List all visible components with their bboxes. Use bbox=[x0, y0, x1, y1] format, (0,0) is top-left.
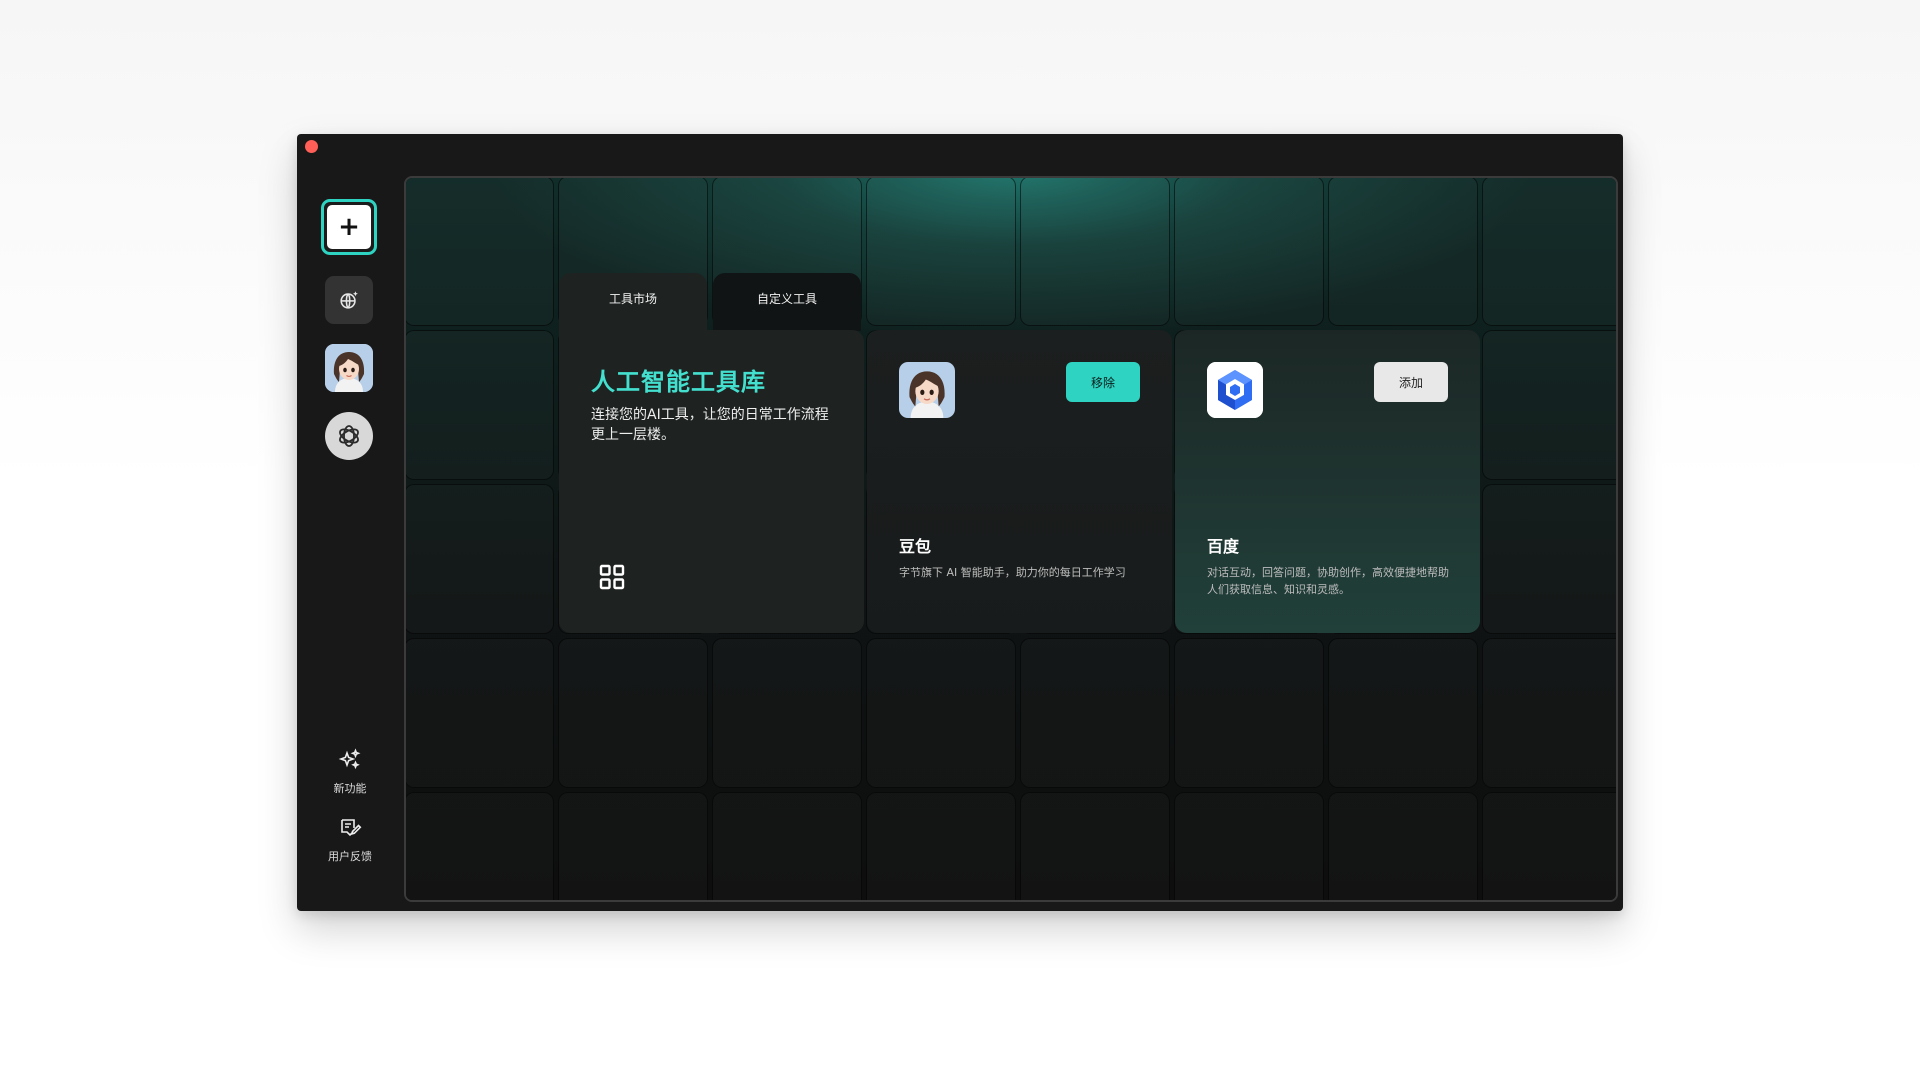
tab-tool-market[interactable]: 工具市场 bbox=[559, 273, 707, 331]
tool-card-doubao[interactable]: 移除 豆包 字节旗下 AI 智能助手，助力你的每日工作学习 bbox=[867, 330, 1172, 633]
remove-button[interactable]: 移除 bbox=[1066, 362, 1140, 402]
sparkles-icon bbox=[338, 748, 361, 770]
doubao-avatar-icon bbox=[325, 344, 373, 392]
tab-custom-tools-label: 自定义工具 bbox=[756, 291, 817, 306]
grid-icon bbox=[599, 564, 625, 590]
sidebar-item-openai[interactable] bbox=[325, 412, 373, 460]
globe-sparkle-icon bbox=[340, 291, 358, 309]
intro-description: 连接您的AI工具，让您的日常工作流程更上一层楼。 bbox=[591, 407, 829, 443]
doubao-logo bbox=[899, 362, 955, 418]
tool-name-baidu: 百度 bbox=[1207, 537, 1240, 556]
tool-name-doubao: 豆包 bbox=[899, 537, 932, 556]
doubao-avatar-icon bbox=[899, 362, 955, 418]
baidu-logo bbox=[1207, 362, 1263, 418]
intro-title: 人工智能工具库 bbox=[591, 368, 766, 396]
new-features-button[interactable]: 新功能 bbox=[297, 748, 403, 796]
main-panel: 工具市场 自定义工具 人工智能工具库 连接您的AI工具，让您的日常工作流程更上一… bbox=[404, 176, 1618, 902]
tab-tool-market-label: 工具市场 bbox=[608, 291, 657, 306]
add-button[interactable]: 添加 bbox=[1374, 362, 1448, 402]
intro-card: 人工智能工具库 连接您的AI工具，让您的日常工作流程更上一层楼。 bbox=[559, 330, 864, 633]
new-features-label: 新功能 bbox=[333, 782, 367, 795]
sidebar: + 新功能 用户反馈 bbox=[297, 134, 403, 911]
user-feedback-button[interactable]: 用户反馈 bbox=[297, 816, 403, 864]
add-icon: + bbox=[327, 205, 371, 249]
add-tool-button[interactable]: + bbox=[321, 199, 377, 255]
tool-description-baidu: 对话互动，回答问题，协助创作，高效便捷地帮助人们获取信息、知识和灵感。 bbox=[1207, 566, 1449, 596]
tool-card-baidu[interactable]: 添加 百度 对话互动，回答问题，协助创作，高效便捷地帮助人们获取信息、知识和灵感… bbox=[1175, 330, 1480, 633]
baidu-cube-icon bbox=[1207, 362, 1263, 418]
app-window: + 新功能 用户反馈 工具市场 自定义工具 人工智能工具库 连接您的AI工具，让… bbox=[297, 134, 1623, 911]
tab-custom-tools[interactable]: 自定义工具 bbox=[713, 273, 861, 331]
tool-description-doubao: 字节旗下 AI 智能助手，助力你的每日工作学习 bbox=[899, 566, 1126, 579]
feedback-icon bbox=[341, 819, 362, 837]
openai-icon bbox=[339, 425, 359, 447]
sidebar-item-globe[interactable] bbox=[325, 276, 373, 324]
sidebar-item-doubao[interactable] bbox=[325, 344, 373, 392]
user-feedback-label: 用户反馈 bbox=[328, 850, 372, 863]
